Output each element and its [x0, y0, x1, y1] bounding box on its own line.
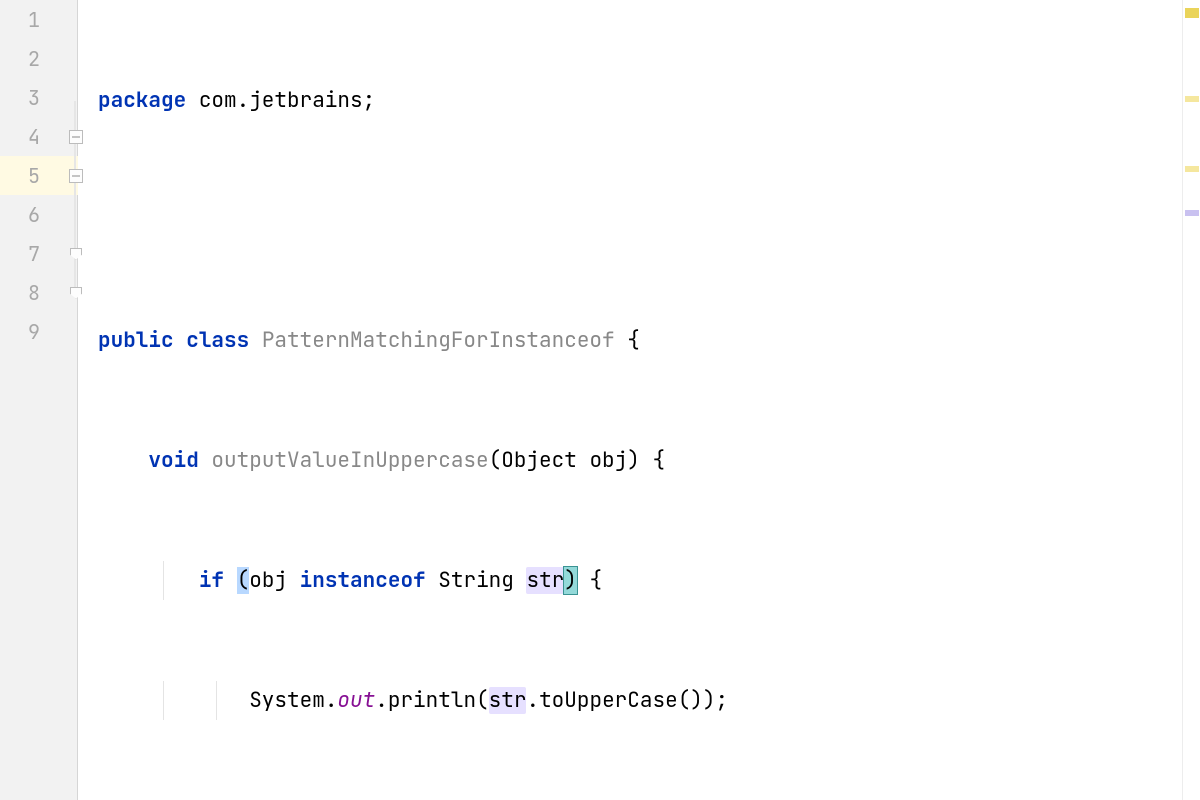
line-number: 7 [0, 241, 46, 267]
keyword-void: void [148, 447, 198, 474]
error-stripe[interactable] [1182, 0, 1200, 800]
line-number: 5 [0, 163, 46, 189]
keyword-instanceof: instanceof [300, 567, 426, 594]
matched-paren-open: ( [237, 567, 250, 594]
code-line[interactable]: System.out.println(str.toUpperCase()); [98, 681, 1182, 720]
gutter: 1 2 3 4 5 6 7 8 9 [0, 0, 78, 800]
keyword-package: package [98, 87, 186, 114]
code-editor[interactable]: 1 2 3 4 5 6 7 8 9 package com.jetbrains;… [0, 0, 1200, 800]
class-name: PatternMatchingForInstanceof [262, 327, 615, 354]
code-line[interactable]: package com.jetbrains; [98, 81, 1182, 120]
code-text-area[interactable]: package com.jetbrains; public class Patt… [78, 0, 1182, 800]
line-number: 6 [0, 202, 46, 228]
warning-marker[interactable] [1185, 166, 1199, 172]
field-out: out [337, 687, 375, 714]
line-number: 3 [0, 85, 46, 111]
warning-marker[interactable] [1185, 96, 1199, 102]
keyword-if: if [199, 567, 224, 594]
line-number: 2 [0, 46, 46, 72]
package-name: com.jetbrains [199, 87, 363, 114]
keyword-public: public [98, 327, 174, 354]
variable-usage: str [489, 687, 527, 714]
code-line[interactable]: void outputValueInUppercase(Object obj) … [98, 441, 1182, 480]
line-number: 9 [0, 319, 46, 345]
analysis-status-icon[interactable] [1185, 8, 1199, 18]
line-number: 4 [0, 124, 46, 150]
method-name: outputValueInUppercase [211, 447, 488, 474]
pattern-variable: str [526, 567, 564, 594]
matched-paren-close: ) [564, 567, 577, 594]
line-number: 8 [0, 280, 46, 306]
code-line[interactable] [98, 201, 1182, 240]
usage-marker[interactable] [1185, 210, 1199, 216]
line-number: 1 [0, 7, 46, 33]
code-line-caret[interactable]: if (obj instanceof String str) { [98, 561, 1182, 600]
code-line[interactable]: public class PatternMatchingForInstanceo… [98, 321, 1182, 360]
keyword-class: class [186, 327, 249, 354]
